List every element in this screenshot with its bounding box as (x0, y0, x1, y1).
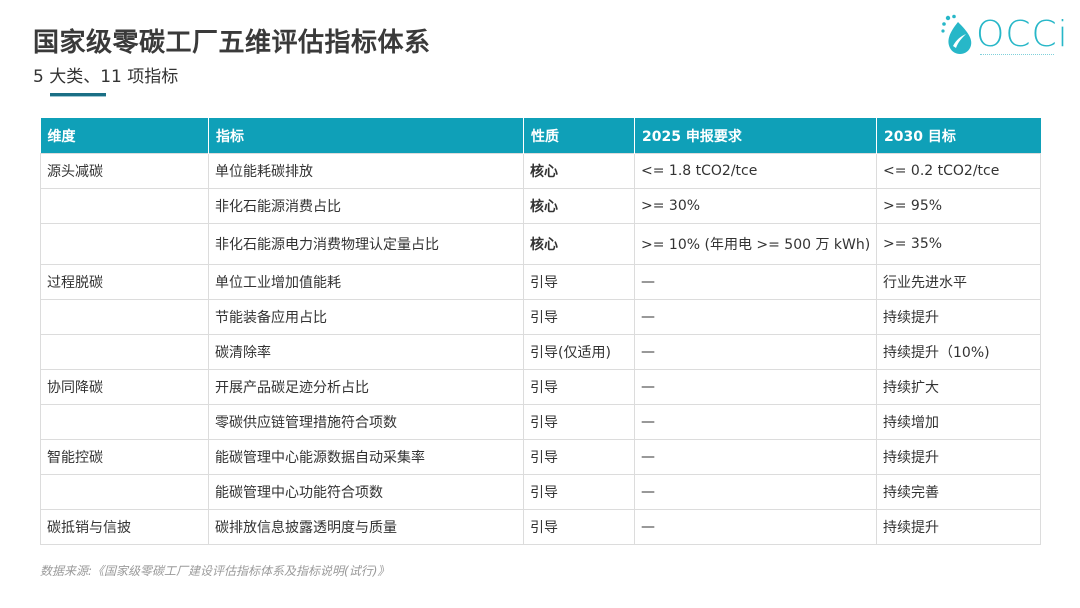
cell-dimension (40, 299, 209, 335)
table-row: 非化石能源电力消费物理认定量占比 核心 >= 10% (年用电 >= 500 万… (40, 223, 1041, 265)
cell-2030: >= 35% (876, 223, 1041, 265)
cell-nature: 引导 (523, 439, 635, 475)
cell-indicator: 非化石能源电力消费物理认定量占比 (208, 223, 524, 265)
header-2030-target: 2030 目标 (876, 118, 1041, 154)
cell-indicator: 单位能耗碳排放 (208, 153, 524, 189)
cell-nature: 引导(仅适用) (523, 334, 635, 370)
cell-indicator: 节能装备应用占比 (208, 299, 524, 335)
cell-2030: <= 0.2 tCO2/tce (876, 153, 1041, 189)
cell-2030: 行业先进水平 (876, 264, 1041, 300)
table-row: 非化石能源消费占比 核心 >= 30% >= 95% (40, 188, 1041, 224)
leaf-drop-icon (941, 14, 972, 54)
cell-indicator: 单位工业增加值能耗 (208, 264, 524, 300)
cell-2030: 持续提升 (876, 509, 1041, 545)
cell-nature: 引导 (523, 474, 635, 510)
cell-2030: 持续完善 (876, 474, 1041, 510)
table-row: 过程脱碳 单位工业增加值能耗 引导 — 行业先进水平 (40, 264, 1041, 300)
logo-tagline-dots (980, 54, 1054, 58)
cell-2025: — (634, 474, 877, 510)
indicator-table: 维度 指标 性质 2025 申报要求 2030 目标 源头减碳 单位能耗碳排放 … (40, 118, 1041, 545)
cell-dimension (40, 474, 209, 510)
cell-indicator: 能碳管理中心功能符合项数 (208, 474, 524, 510)
cell-nature: 核心 (523, 153, 635, 189)
cell-2025: >= 10% (年用电 >= 500 万 kWh) (634, 223, 877, 265)
cell-indicator: 零碳供应链管理措施符合项数 (208, 404, 524, 440)
brand-logo: OCCi (940, 12, 1068, 62)
cell-nature: 引导 (523, 509, 635, 545)
title-underline (50, 93, 106, 97)
table-row: 节能装备应用占比 引导 — 持续提升 (40, 299, 1041, 335)
cell-dimension (40, 223, 209, 265)
cell-nature: 引导 (523, 404, 635, 440)
cell-indicator: 开展产品碳足迹分析占比 (208, 369, 524, 405)
table-row: 碳抵销与信披 碳排放信息披露透明度与质量 引导 — 持续提升 (40, 509, 1041, 545)
cell-2025: — (634, 369, 877, 405)
cell-dimension (40, 404, 209, 440)
table-row: 智能控碳 能碳管理中心能源数据自动采集率 引导 — 持续提升 (40, 439, 1041, 475)
table-row: 协同降碳 开展产品碳足迹分析占比 引导 — 持续扩大 (40, 369, 1041, 405)
cell-2025: >= 30% (634, 188, 877, 224)
cell-dimension (40, 334, 209, 370)
cell-dimension: 协同降碳 (40, 369, 209, 405)
cell-nature: 核心 (523, 223, 635, 265)
cell-indicator: 碳清除率 (208, 334, 524, 370)
cell-2025: — (634, 334, 877, 370)
cell-2025: — (634, 264, 877, 300)
header-indicator: 指标 (208, 118, 524, 154)
cell-dimension: 智能控碳 (40, 439, 209, 475)
header-dimension: 维度 (40, 118, 209, 154)
table-row: 零碳供应链管理措施符合项数 引导 — 持续增加 (40, 404, 1041, 440)
page-title: 国家级零碳工厂五维评估指标体系 (33, 28, 431, 58)
cell-indicator: 非化石能源消费占比 (208, 188, 524, 224)
cell-nature: 核心 (523, 188, 635, 224)
cell-dimension: 源头减碳 (40, 153, 209, 189)
cell-nature: 引导 (523, 264, 635, 300)
cell-2030: 持续增加 (876, 404, 1041, 440)
table-row: 源头减碳 单位能耗碳排放 核心 <= 1.8 tCO2/tce <= 0.2 t… (40, 153, 1041, 189)
table-header-row: 维度 指标 性质 2025 申报要求 2030 目标 (40, 118, 1041, 154)
cell-nature: 引导 (523, 369, 635, 405)
table-row: 能碳管理中心功能符合项数 引导 — 持续完善 (40, 474, 1041, 510)
cell-dimension (40, 188, 209, 224)
table-row: 碳清除率 引导(仅适用) — 持续提升（10%) (40, 334, 1041, 370)
cell-2025: — (634, 439, 877, 475)
data-source-note: 数据来源:《国家级零碳工厂建设评估指标体系及指标说明(试行)》 (40, 564, 390, 578)
cell-dimension: 过程脱碳 (40, 264, 209, 300)
cell-2025: — (634, 404, 877, 440)
cell-2030: 持续扩大 (876, 369, 1041, 405)
logo-wordmark: OCCi (976, 14, 1069, 55)
cell-2030: >= 95% (876, 188, 1041, 224)
cell-2025: <= 1.8 tCO2/tce (634, 153, 877, 189)
cell-2030: 持续提升 (876, 299, 1041, 335)
cell-2025: — (634, 299, 877, 335)
cell-indicator: 碳排放信息披露透明度与质量 (208, 509, 524, 545)
cell-2030: 持续提升 (876, 439, 1041, 475)
cell-2025: — (634, 509, 877, 545)
cell-2030: 持续提升（10%) (876, 334, 1041, 370)
cell-indicator: 能碳管理中心能源数据自动采集率 (208, 439, 524, 475)
cell-nature: 引导 (523, 299, 635, 335)
header-nature: 性质 (523, 118, 635, 154)
page-subtitle: 5 大类、11 项指标 (33, 67, 179, 87)
header-2025-requirement: 2025 申报要求 (634, 118, 877, 154)
cell-dimension: 碳抵销与信披 (40, 509, 209, 545)
